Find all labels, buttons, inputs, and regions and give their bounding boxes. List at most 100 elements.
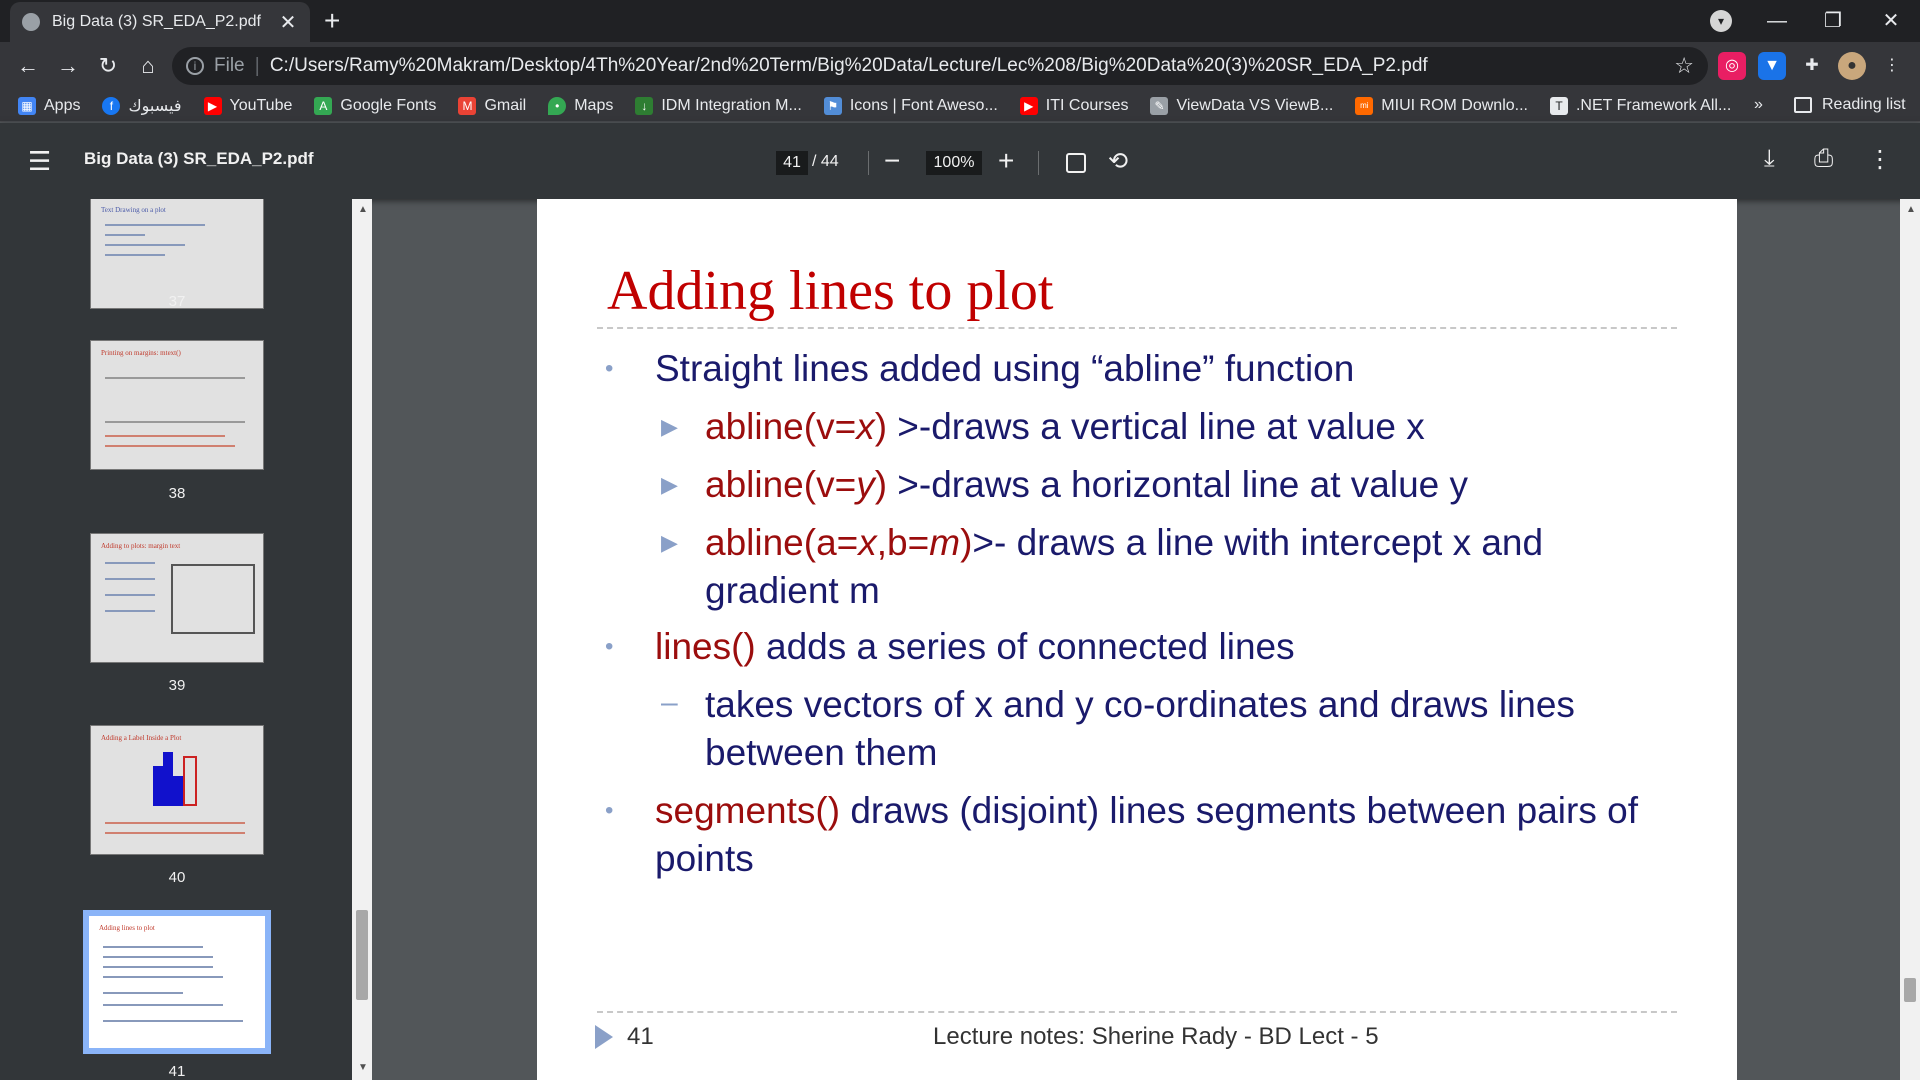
bullet-dot: • <box>605 797 614 824</box>
page-number-input[interactable]: 41 <box>776 151 808 175</box>
tab-search-icon[interactable]: ▾ <box>1710 10 1732 32</box>
reading-list-button[interactable]: Reading list <box>1794 96 1906 114</box>
bookmarks-bar: ▦ Apps f فيسبوك ▶ YouTube A Google Fonts M Gm… <box>0 90 1920 122</box>
extension-shield-icon[interactable]: ▼ <box>1758 52 1786 80</box>
bookmark-facebook[interactable]: f فيسبوك <box>102 96 182 116</box>
dotnet-icon: T <box>1549 96 1568 115</box>
triangle-bullet-icon: ▶ <box>661 414 678 439</box>
home-icon[interactable]: ⌂ <box>132 50 164 82</box>
triangle-bullet-icon: ▶ <box>661 472 678 497</box>
url-separator: | <box>254 54 260 77</box>
sub-bullet-vertical: ▶ abline(v=x) >-draws a vertical line at… <box>661 403 1605 451</box>
bullet-lines: • lines() adds a series of connected lin… <box>605 623 1655 671</box>
url-text[interactable]: C:/Users/Ramy%20Makram/Desktop/4Th%20Yea… <box>270 55 1674 77</box>
extension-icon-1[interactable]: ◎ <box>1718 52 1746 80</box>
thumbnail-number: 39 <box>168 677 186 694</box>
histogram-bar <box>163 752 173 806</box>
bookmark-gmail[interactable]: M Gmail <box>458 96 526 115</box>
browser-tab[interactable]: Big Data (3) SR_EDA_P2.pdf ✕ <box>10 2 310 42</box>
new-tab-button[interactable]: + <box>324 6 340 36</box>
zoom-level-input[interactable]: 100% <box>926 151 982 175</box>
pdf-toolbar: ☰ Big Data (3) SR_EDA_P2.pdf 41 / 44 − 1… <box>0 123 1920 199</box>
main-scroll-thumb[interactable] <box>1904 978 1916 1002</box>
toolbar-divider <box>1038 151 1039 175</box>
restore-icon[interactable]: ❐ <box>1808 4 1858 38</box>
thumbnail-page-41-active[interactable]: Adding lines to plot <box>83 910 271 1054</box>
sub-bullet-intercept: ▶ abline(a=x,b=m)>- draws a line with in… <box>661 519 1605 615</box>
close-window-icon[interactable]: ✕ <box>1866 4 1916 38</box>
thumbnail-page-40[interactable]: Adding a Label Inside a Plot <box>90 725 264 855</box>
thumbnail-number: 37 <box>168 293 186 310</box>
scroll-up-icon[interactable]: ▲ <box>358 204 368 215</box>
triangle-bullet-icon: ▶ <box>661 530 678 555</box>
bullet-text: Straight lines added using “abline” func… <box>655 348 1355 389</box>
more-actions-icon[interactable]: ⋮ <box>1868 145 1892 174</box>
rotate-icon[interactable]: ⟲ <box>1108 147 1128 176</box>
extensions-puzzle-icon[interactable]: ✚ <box>1798 52 1826 80</box>
footer-divider <box>597 1011 1677 1013</box>
title-divider <box>597 327 1677 329</box>
sidebar-scroll-thumb[interactable] <box>356 910 368 1000</box>
scroll-down-icon[interactable]: ▼ <box>358 1062 368 1073</box>
footer-arrow-icon <box>595 1025 613 1049</box>
bookmark-apps[interactable]: ▦ Apps <box>18 96 80 115</box>
download-icon[interactable]: ⤓ <box>1764 145 1775 173</box>
main-scrollbar[interactable] <box>1900 199 1920 1080</box>
thumbnail-page-38[interactable]: Printing on margins: mtext() <box>90 340 264 470</box>
youtube-icon: ▶ <box>203 96 222 115</box>
profile-avatar[interactable]: ● <box>1838 52 1866 80</box>
bullet-dot: • <box>605 355 614 382</box>
bookmark-viewdata[interactable]: ✎ ViewData VS ViewB... <box>1150 96 1333 115</box>
dash-bullet-icon: – <box>661 686 678 719</box>
bookmark-maps[interactable]: • Maps <box>548 96 613 115</box>
sub-bullet-vectors: – takes vectors of x and y co-ordinates … <box>661 681 1605 777</box>
toolbar-divider <box>868 151 869 175</box>
bookmark-font-awesome[interactable]: ⚑ Icons | Font Aweso... <box>823 96 998 115</box>
gmail-icon: M <box>458 96 477 115</box>
bookmark-iti-courses[interactable]: ▶ ITI Courses <box>1019 96 1128 115</box>
back-icon[interactable]: ← <box>12 50 44 82</box>
bookmark-google-fonts[interactable]: A Google Fonts <box>314 96 436 115</box>
address-bar[interactable]: i File | C:/Users/Ramy%20Makram/Desktop/… <box>172 47 1708 85</box>
zoom-in-button[interactable]: + <box>998 143 1014 179</box>
sidebar-menu-icon[interactable]: ☰ <box>28 147 56 175</box>
close-tab-icon[interactable]: ✕ <box>278 10 298 35</box>
margin-diagram <box>171 564 255 634</box>
bookmark-dotnet[interactable]: T .NET Framework All... <box>1549 96 1731 115</box>
bullet-abline: • Straight lines added using “abline” fu… <box>605 345 1655 393</box>
browser-menu-icon[interactable]: ⋮ <box>1878 52 1906 80</box>
flag-icon: ⚑ <box>823 96 842 115</box>
minimize-icon[interactable]: — <box>1752 4 1802 38</box>
google-fonts-icon: A <box>314 96 333 115</box>
bullet-segments: • segments() draws (disjoint) lines segm… <box>605 787 1655 883</box>
zoom-out-button[interactable]: − <box>884 143 900 179</box>
miui-icon: mi <box>1355 96 1374 115</box>
footer-text: Lecture notes: Sherine Rady - BD Lect - … <box>933 1023 1379 1050</box>
scroll-up-icon[interactable]: ▲ <box>1906 204 1916 215</box>
idm-icon: ↓ <box>635 96 654 115</box>
bullet-dot: • <box>605 633 614 660</box>
fit-page-icon[interactable] <box>1066 153 1086 173</box>
forward-icon[interactable]: → <box>52 50 84 82</box>
bookmark-idm[interactable]: ↓ IDM Integration M... <box>635 96 802 115</box>
viewdata-icon: ✎ <box>1150 96 1169 115</box>
youtube-icon: ▶ <box>1019 96 1038 115</box>
maps-pin-icon: • <box>548 96 567 115</box>
bookmark-star-icon[interactable]: ☆ <box>1674 53 1694 79</box>
pdf-page: Adding lines to plot • Straight lines ad… <box>537 199 1737 1080</box>
document-title: Big Data (3) SR_EDA_P2.pdf <box>84 149 314 168</box>
print-icon[interactable]: ⎙ <box>1814 145 1833 173</box>
histogram-box <box>183 756 197 806</box>
thumbnail-page-39[interactable]: Adding to plots: margin text <box>90 533 264 663</box>
info-icon[interactable]: i <box>186 57 204 75</box>
tab-title: Big Data (3) SR_EDA_P2.pdf <box>52 13 261 30</box>
footer-page-number: 41 <box>627 1023 654 1050</box>
thumbnail-number: 38 <box>168 485 186 502</box>
bookmark-youtube[interactable]: ▶ YouTube <box>203 96 292 115</box>
bookmark-miui[interactable]: mi MIUI ROM Downlo... <box>1355 96 1528 115</box>
url-scheme: File <box>214 55 245 76</box>
thumbnail-sidebar: Text Drawing on a plot 37 Printing on ma… <box>0 199 352 1080</box>
bookmarks-overflow-button[interactable]: » <box>1754 96 1763 114</box>
apps-grid-icon: ▦ <box>18 96 36 115</box>
reload-icon[interactable]: ↻ <box>92 50 124 82</box>
